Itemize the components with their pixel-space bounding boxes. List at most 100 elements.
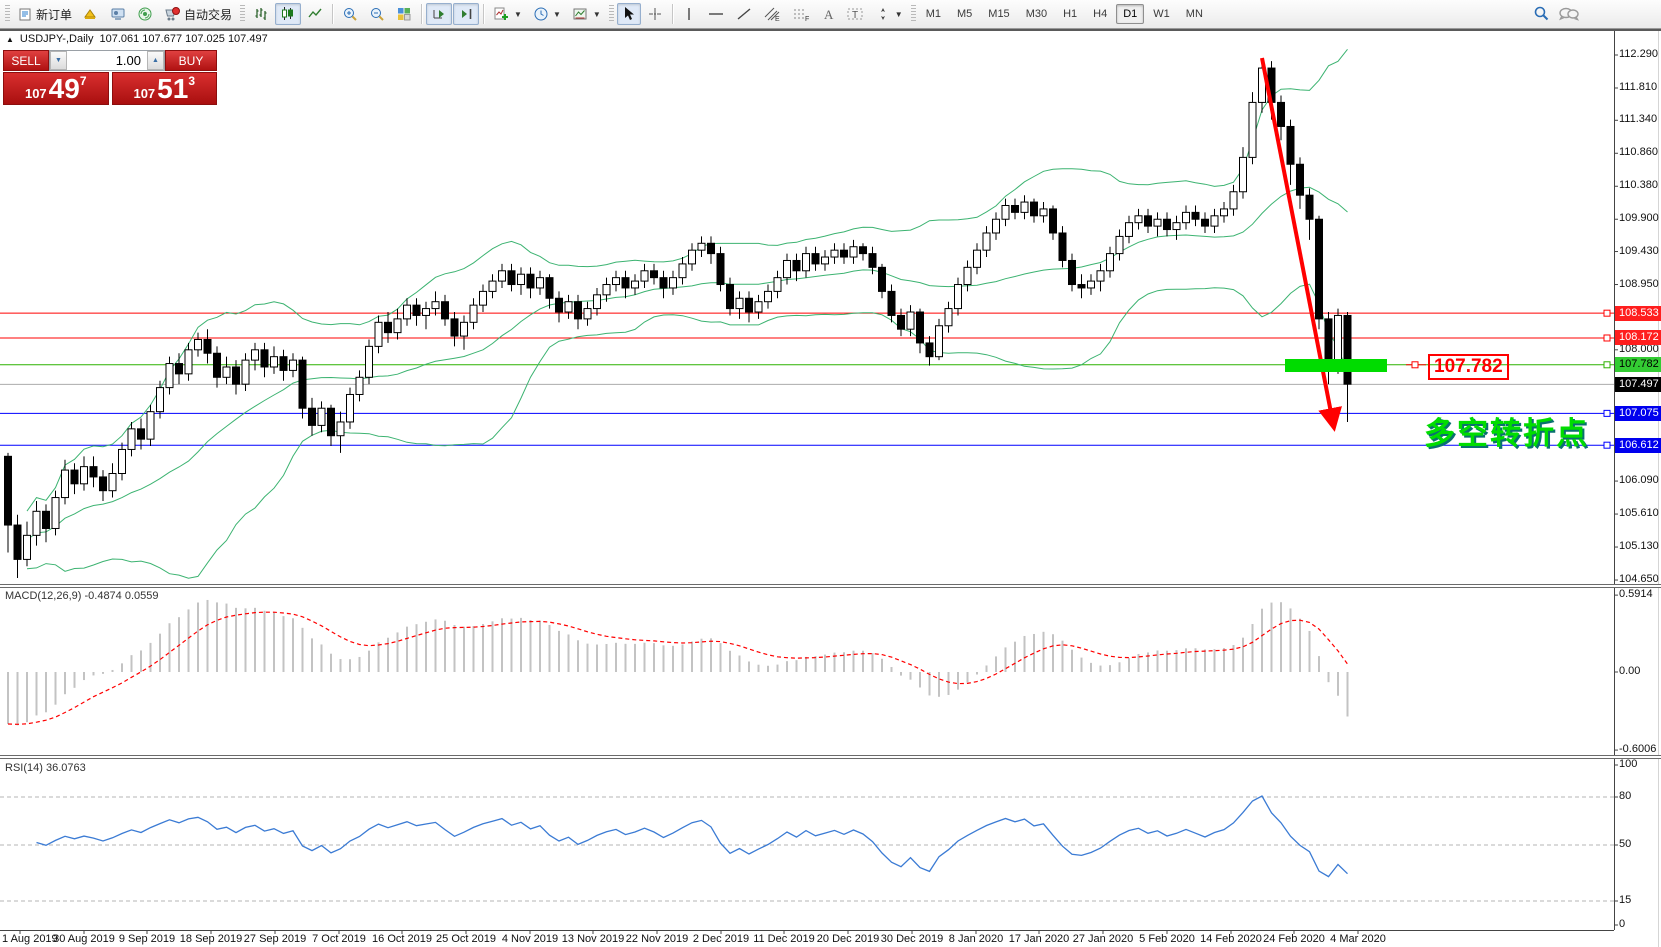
sell-button[interactable]: SELL [3, 50, 49, 71]
text-label-icon: T [846, 6, 864, 22]
timeframe-toolbar: M1M5M15M30H1H4D1W1MN [919, 4, 1210, 24]
search-icon[interactable] [1532, 5, 1550, 23]
date-tick-label: 4 Mar 2020 [1330, 933, 1386, 945]
date-tick-label: 17 Jan 2020 [1009, 933, 1070, 945]
pane-divider-macd[interactable] [0, 584, 1661, 588]
candlestick-chart-button[interactable] [275, 3, 301, 25]
text-button[interactable]: A [816, 3, 840, 25]
axis-tick-label: 111.810 [1619, 81, 1657, 93]
axis-tick-label: 15 [1619, 894, 1631, 906]
tf-button-M30[interactable]: M30 [1019, 4, 1054, 24]
rsi-label: RSI(14) 36.0763 [5, 762, 86, 774]
zoom-in-button[interactable] [337, 3, 363, 25]
indicators-button[interactable]: ▼ [488, 3, 527, 25]
profile-button[interactable] [105, 3, 131, 25]
date-tick-label: 1 Aug 2019 [2, 933, 58, 945]
buy-price-panel[interactable]: 107 51 3 [112, 72, 218, 105]
autotrade-button[interactable]: 自动交易 [159, 3, 237, 25]
axis-tick-label: 50 [1619, 838, 1631, 850]
date-tick-label: 9 Sep 2019 [119, 933, 175, 945]
vertical-line-button[interactable] [677, 3, 701, 25]
periods-icon [533, 6, 549, 22]
profile-icon [110, 6, 126, 22]
axis-tick-label: 0.00 [1619, 665, 1640, 677]
axis-tick-label: 105.610 [1619, 507, 1659, 519]
text-label-button[interactable]: T [841, 3, 869, 25]
buy-price-sup: 3 [188, 74, 195, 88]
axis-tick-label: 80 [1619, 790, 1631, 802]
equidistant-channel-button[interactable]: E [758, 3, 786, 25]
tf-button-H1[interactable]: H1 [1056, 4, 1084, 24]
date-tick-label: 5 Feb 2020 [1139, 933, 1195, 945]
new-order-icon [18, 7, 33, 22]
volume-value[interactable]: 1.00 [67, 51, 147, 70]
axis-tick-label: 0 [1619, 918, 1625, 930]
charts-button[interactable] [78, 3, 104, 25]
volume-increase-button[interactable]: ▲ [147, 51, 164, 70]
new-order-button[interactable]: 新订单 [13, 3, 77, 25]
date-tick-label: 27 Jan 2020 [1073, 933, 1134, 945]
sell-price-panel[interactable]: 107 49 7 [3, 72, 109, 105]
toolbar-grip [609, 5, 614, 23]
axis-tick-label: 111.340 [1619, 113, 1657, 125]
indicators-icon [493, 6, 510, 22]
zoom-out-button[interactable] [364, 3, 390, 25]
periods-caret: ▼ [553, 10, 561, 19]
tf-button-M1[interactable]: M1 [919, 4, 948, 24]
horizontal-line-button[interactable] [702, 3, 730, 25]
text-icon: A [821, 6, 835, 22]
rsi-value: 36.0763 [46, 762, 86, 774]
fibonacci-button[interactable]: F [787, 3, 815, 25]
signals-button[interactable] [132, 3, 158, 25]
tf-button-M5[interactable]: M5 [950, 4, 979, 24]
collapse-icon[interactable]: ▲ [6, 35, 14, 44]
line-chart-button[interactable] [302, 3, 328, 25]
buy-button[interactable]: BUY [165, 50, 217, 71]
macd-value-2: 0.0559 [125, 590, 159, 602]
bar-chart-button[interactable] [248, 3, 274, 25]
price-line-badge: 108.533 [1615, 306, 1661, 321]
axis-tick-label: 110.380 [1619, 179, 1658, 191]
tf-button-M15[interactable]: M15 [981, 4, 1016, 24]
charts-icon [83, 6, 99, 22]
tf-button-D1[interactable]: D1 [1116, 4, 1144, 24]
periods-button[interactable]: ▼ [528, 3, 566, 25]
chat-icon[interactable] [1558, 5, 1580, 23]
trend-annotation[interactable]: 多空转折点 [1424, 408, 1589, 453]
chart-shift-icon [458, 6, 474, 22]
tf-button-MN[interactable]: MN [1179, 4, 1210, 24]
date-tick-label: 4 Nov 2019 [502, 933, 558, 945]
toolbar-grip [5, 5, 10, 23]
price-callout[interactable]: 107.782 [1428, 354, 1509, 380]
volume-stepper: ▼ 1.00 ▲ [49, 50, 165, 71]
tile-windows-button[interactable] [391, 3, 417, 25]
toolbar-separator [672, 4, 673, 24]
mt4-window: { "toolbar": { "new_order": "新订单", "auto… [0, 0, 1661, 947]
pane-divider-rsi[interactable] [0, 755, 1661, 759]
date-tick-label: 2 Dec 2019 [693, 933, 749, 945]
templates-button[interactable]: ▼ [567, 3, 606, 25]
svg-text:F: F [805, 16, 809, 22]
cursor-button[interactable] [617, 3, 641, 25]
macd-label: MACD(12,26,9) -0.4874 0.0559 [5, 590, 159, 602]
sell-price-sup: 7 [80, 74, 87, 88]
sell-price-prefix: 107 [25, 86, 47, 101]
line-chart-icon [307, 6, 323, 22]
price-line-badge: 107.782 [1615, 357, 1661, 372]
bar-chart-icon [253, 6, 269, 22]
date-tick-label: 25 Oct 2019 [436, 933, 496, 945]
axis-tick-label: 109.900 [1619, 212, 1659, 224]
volume-decrease-button[interactable]: ▼ [50, 51, 67, 70]
arrows-button[interactable]: ▼ [870, 3, 908, 25]
window-right-edge [1658, 31, 1659, 947]
chart-canvas[interactable] [0, 0, 1661, 947]
axis-tick-label: 0.5914 [1619, 588, 1653, 600]
tf-button-W1[interactable]: W1 [1146, 4, 1177, 24]
trendline-button[interactable] [731, 3, 757, 25]
tf-button-H4[interactable]: H4 [1086, 4, 1114, 24]
auto-scroll-button[interactable] [426, 3, 452, 25]
crosshair-button[interactable] [642, 3, 668, 25]
candlestick-chart-icon [280, 6, 296, 22]
chart-shift-button[interactable] [453, 3, 479, 25]
date-tick-label: 14 Feb 2020 [1200, 933, 1262, 945]
